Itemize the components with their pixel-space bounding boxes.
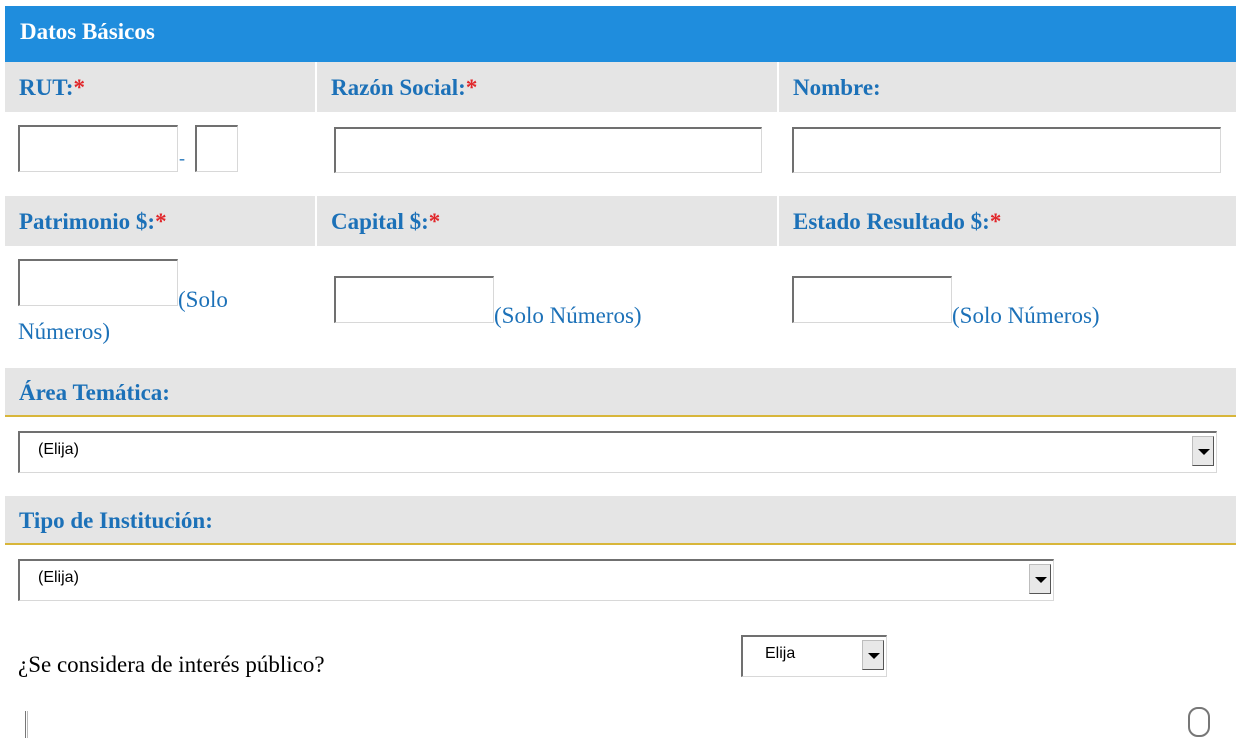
tipo-institucion-select[interactable]: (Elija) [18,559,1054,601]
patrimonio-label-cell: Patrimonio $:* [5,196,315,246]
nombre-label: Nombre: [793,75,881,100]
area-tematica-select[interactable]: (Elija) [18,431,1217,473]
tipo-institucion-selected: (Elija) [38,569,79,586]
estado-resultado-hint: (Solo Números) [952,303,1100,328]
nombre-input[interactable] [792,127,1221,173]
estado-resultado-input[interactable] [792,276,952,323]
scroll-handle-icon[interactable] [1188,707,1210,737]
capital-label: Capital $: [331,209,429,234]
patrimonio-label: Patrimonio $: [19,209,156,234]
chevron-down-icon [868,653,880,659]
rut-label: RUT: [19,75,74,100]
estado-resultado-label-cell: Estado Resultado $:* [779,196,1236,246]
section-title: Datos Básicos [20,19,155,44]
area-tematica-label-cell: Área Temática: [5,368,1236,417]
label-row-1: RUT:* Razón Social:* Nombre: [5,62,1236,112]
area-tematica-selected: (Elija) [38,441,79,458]
rut-number-input[interactable] [18,125,178,172]
section-header: Datos Básicos [5,6,1236,62]
capital-label-cell: Capital $:* [317,196,777,246]
patrimonio-hint-line1: (Solo [178,287,228,312]
dropdown-button[interactable] [1029,564,1051,594]
rut-label-cell: RUT:* [5,62,315,112]
required-mark: * [428,209,441,234]
patrimonio-hint-line2: Números) [18,319,110,344]
razon-social-input[interactable] [334,127,762,173]
area-tematica-label: Área Temática: [19,380,170,405]
nombre-label-cell: Nombre: [779,62,1236,112]
chevron-down-icon [1035,577,1047,583]
scrollbar-left-edge [25,711,28,738]
chevron-down-icon [1198,449,1210,455]
razon-social-label-cell: Razón Social:* [317,62,777,112]
label-row-2: Patrimonio $:* Capital $:* Estado Result… [5,196,1236,246]
required-mark: * [73,75,86,100]
rut-dv-input[interactable] [195,125,238,172]
dropdown-button[interactable] [1192,436,1214,466]
rut-separator: - [179,148,185,168]
interes-publico-selected: Elija [765,645,796,662]
tipo-institucion-label: Tipo de Institución: [19,508,213,533]
interes-publico-select[interactable]: Elija [741,635,887,677]
capital-input[interactable] [334,276,494,323]
capital-hint: (Solo Números) [494,303,642,328]
required-mark: * [465,75,478,100]
patrimonio-input[interactable] [18,259,178,306]
dropdown-button[interactable] [862,640,884,670]
estado-resultado-label: Estado Resultado $: [793,209,990,234]
required-mark: * [989,209,1002,234]
razon-social-label: Razón Social: [331,75,466,100]
interes-publico-question: ¿Se considera de interés público? [18,652,325,677]
tipo-institucion-label-cell: Tipo de Institución: [5,496,1236,545]
required-mark: * [155,209,167,234]
